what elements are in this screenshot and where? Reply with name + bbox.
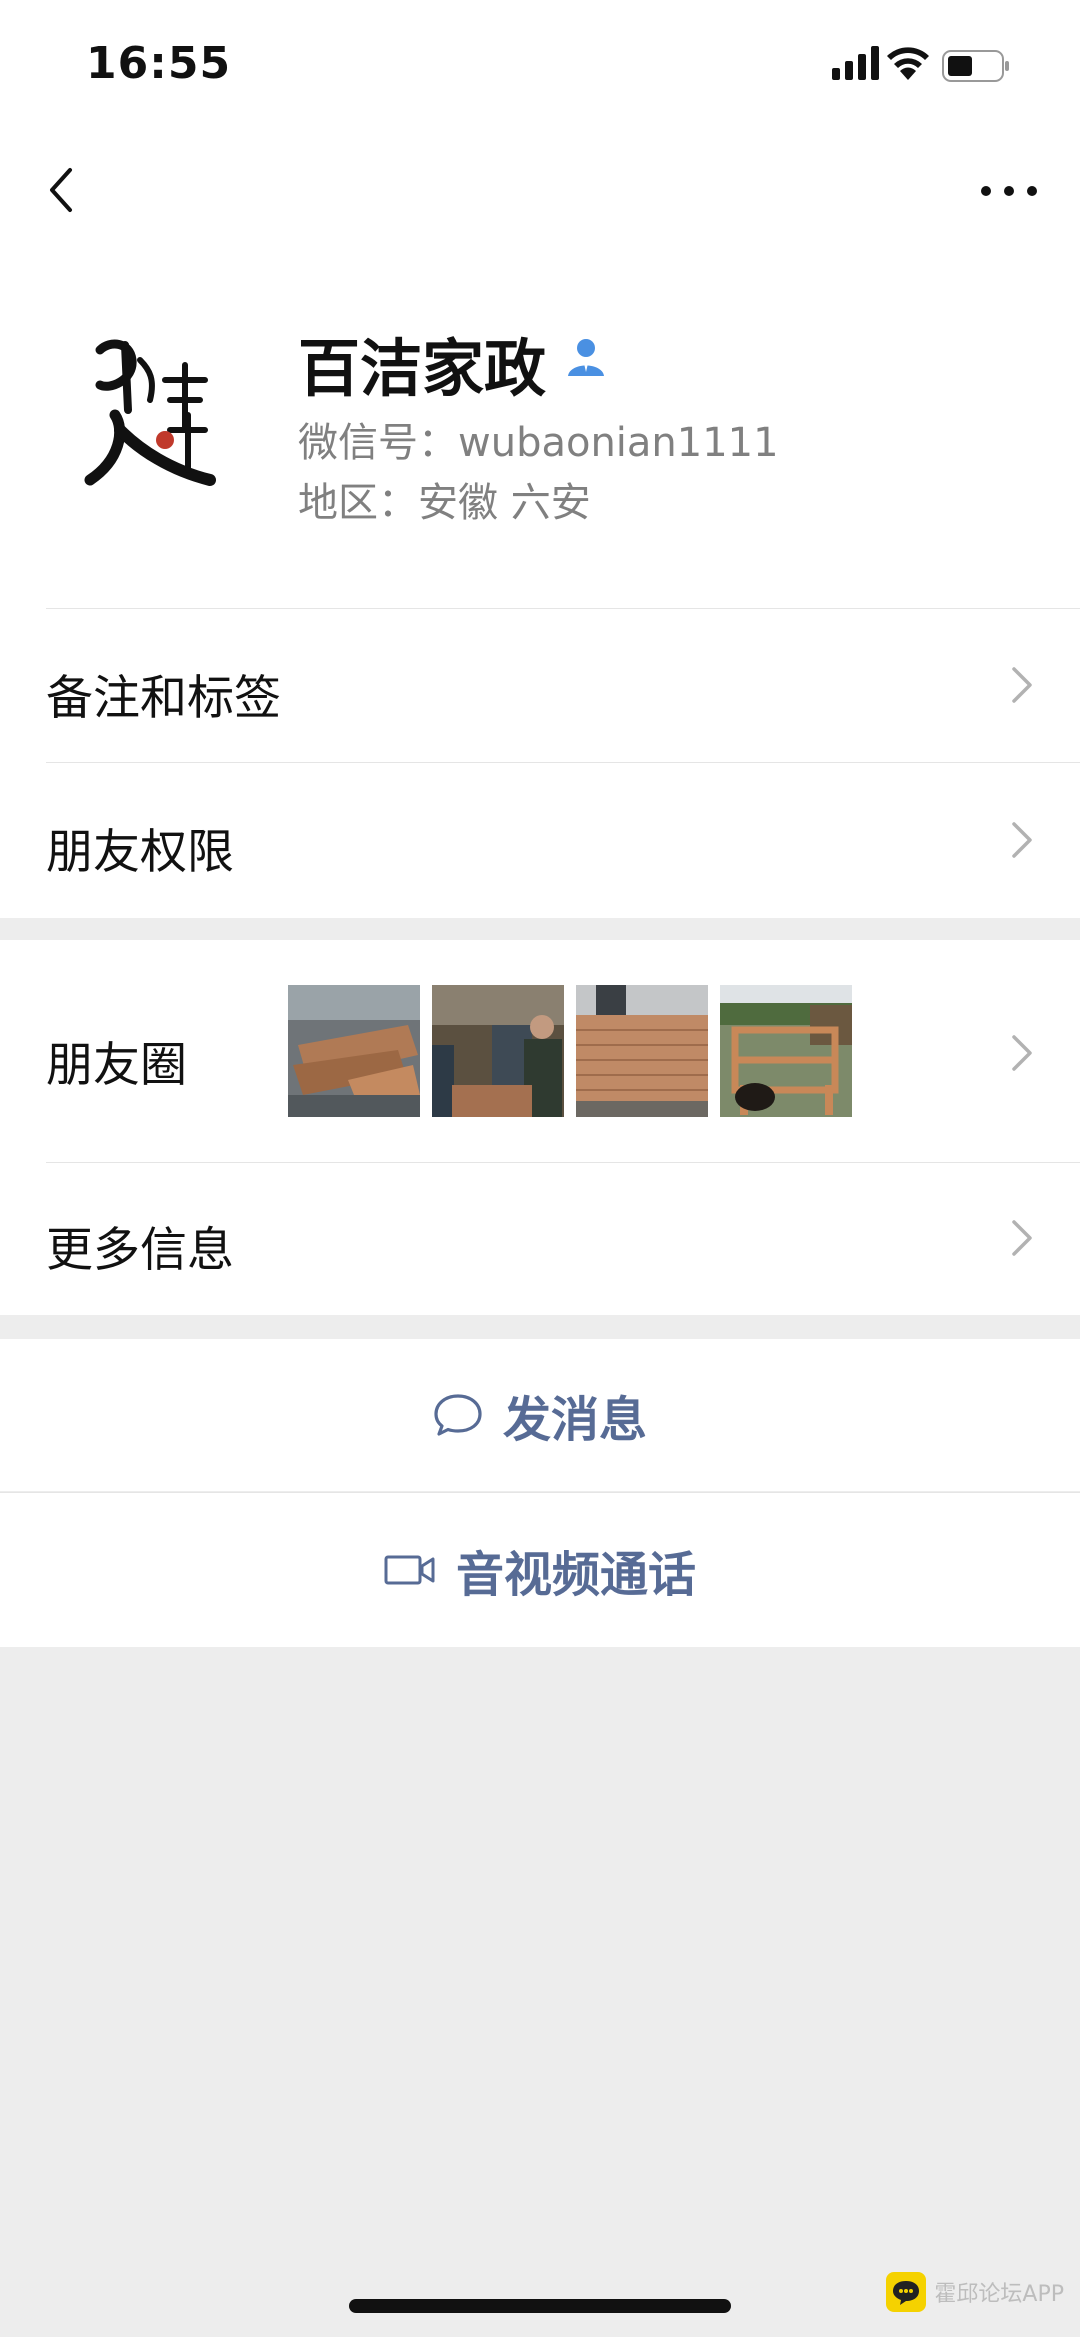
moment-thumbnail[interactable] xyxy=(720,985,852,1117)
row-friend-permissions[interactable]: 朋友权限 xyxy=(0,763,1080,917)
row-more-info[interactable]: 更多信息 xyxy=(0,1163,1080,1315)
region: 地区：安徽 六安 xyxy=(298,480,591,526)
section-gap xyxy=(0,918,1080,940)
moment-photo-workshop xyxy=(432,985,564,1117)
moment-photo-wood-panel xyxy=(576,985,708,1117)
moment-thumbnail[interactable] xyxy=(288,985,420,1117)
video-call-button[interactable]: 音视频通话 xyxy=(0,1493,1080,1647)
avatar[interactable] xyxy=(70,320,240,510)
send-message-label: 发消息 xyxy=(502,1392,647,1448)
send-message-content: 发消息 xyxy=(0,1339,1080,1491)
battery-icon xyxy=(942,50,1009,82)
row-label: 更多信息 xyxy=(46,1223,234,1278)
verified-user-icon xyxy=(568,339,604,376)
moment-thumbnail[interactable] xyxy=(432,985,564,1117)
row-label: 备注和标签 xyxy=(46,671,281,726)
home-indicator[interactable] xyxy=(349,2299,731,2313)
signal-icon xyxy=(832,46,879,80)
contact-name: 百洁家政 xyxy=(298,332,547,405)
send-message-button[interactable]: 发消息 xyxy=(0,1339,1080,1491)
chevron-right-icon xyxy=(1012,1220,1032,1256)
watermark-logo-icon xyxy=(886,2272,927,2312)
section-gap xyxy=(0,1315,1080,1339)
moment-thumbnail[interactable] xyxy=(576,985,708,1117)
chevron-right-icon xyxy=(1012,822,1032,858)
contact-profile-screen: 16:55 百洁家政 微信号：wubaonian1111 地区：安徽 六安 备注… xyxy=(0,0,1080,2337)
wechat-id: 微信号：wubaonian1111 xyxy=(298,420,779,466)
row-label: 朋友圈 xyxy=(46,1038,187,1093)
status-time: 16:55 xyxy=(86,38,232,89)
wifi-icon xyxy=(887,47,929,80)
chevron-right-icon xyxy=(1012,667,1032,703)
chat-bubble-icon xyxy=(434,1394,482,1436)
chevron-right-icon xyxy=(1012,1035,1032,1071)
video-call-content: 音视频通话 xyxy=(0,1493,1080,1647)
avatar-calligraphy-image xyxy=(84,339,216,486)
watermark: 霍邱论坛APP xyxy=(886,2267,1064,2317)
row-remark-tags[interactable]: 备注和标签 xyxy=(0,609,1080,761)
moment-photo-wood-frame xyxy=(720,985,852,1117)
moment-photo-lumber-truck xyxy=(288,985,420,1117)
back-button[interactable] xyxy=(40,160,90,220)
video-call-label: 音视频通话 xyxy=(455,1547,696,1603)
watermark-text: 霍邱论坛APP xyxy=(934,2282,1064,2307)
video-camera-icon xyxy=(384,1555,435,1585)
row-label: 朋友权限 xyxy=(46,825,234,880)
more-options-button[interactable] xyxy=(974,176,1044,206)
